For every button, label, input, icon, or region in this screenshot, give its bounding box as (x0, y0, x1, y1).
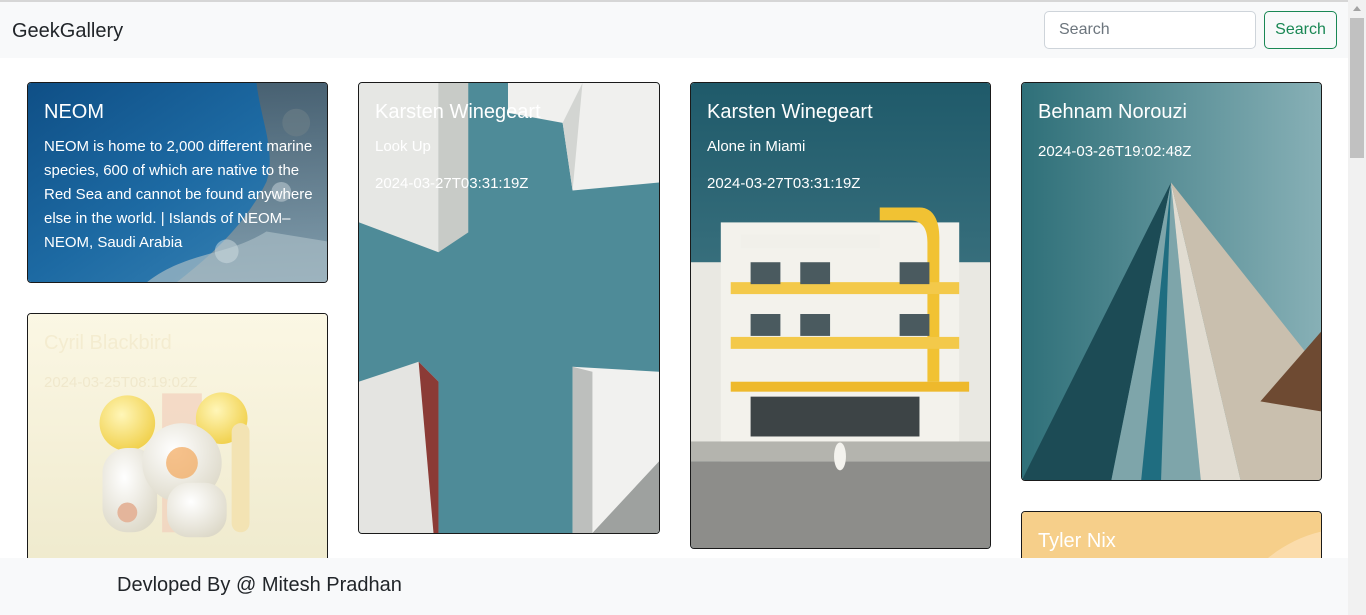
card-date: 2024-03-26T19:02:48Z (1038, 143, 1192, 160)
card-description: Look Up (375, 138, 431, 155)
photo-card-tyler-nix[interactable]: Tyler Nix (1021, 511, 1322, 558)
photo-card-cyril-blackbird[interactable]: Cyril Blackbird 2024-03-25T08:19:02Z (27, 313, 328, 558)
scroll-thumb[interactable] (1350, 18, 1364, 158)
card-date: 2024-03-27T03:31:19Z (375, 175, 529, 192)
card-title: NEOM (44, 101, 104, 123)
photo-gallery: NEOM NEOM is home to 2,000 different mar… (0, 58, 1348, 558)
card-description: Alone in Miami (707, 138, 806, 155)
card-title: Behnam Norouzi (1038, 101, 1187, 123)
card-title: Karsten Winegeart (375, 101, 541, 123)
photo-card-behnam-norouzi[interactable]: Behnam Norouzi 2024-03-26T19:02:48Z (1021, 82, 1322, 481)
navbar: GeekGallery Search (0, 2, 1348, 58)
photo-card-alone-in-miami[interactable]: Karsten Winegeart Alone in Miami 2024-03… (690, 82, 991, 549)
photo-card-neom[interactable]: NEOM NEOM is home to 2,000 different mar… (27, 82, 328, 283)
footer-credit: Devloped By @ Mitesh Pradhan (117, 574, 402, 596)
search-input[interactable] (1044, 11, 1256, 49)
card-description: NEOM is home to 2,000 different marine s… (44, 138, 313, 251)
brand-logo[interactable]: GeekGallery (12, 20, 123, 43)
card-title: Karsten Winegeart (707, 101, 873, 123)
card-title: Cyril Blackbird (44, 332, 172, 354)
scroll-up-arrow-icon[interactable] (1353, 6, 1361, 11)
search-button[interactable]: Search (1264, 11, 1337, 49)
photo-card-look-up[interactable]: Karsten Winegeart Look Up 2024-03-27T03:… (358, 82, 660, 534)
footer: Devloped By @ Mitesh Pradhan (0, 558, 1348, 615)
page-scrollbar[interactable] (1348, 0, 1366, 615)
card-date: 2024-03-27T03:31:19Z (707, 175, 861, 192)
card-title: Tyler Nix (1038, 530, 1116, 552)
card-date: 2024-03-25T08:19:02Z (44, 374, 198, 391)
